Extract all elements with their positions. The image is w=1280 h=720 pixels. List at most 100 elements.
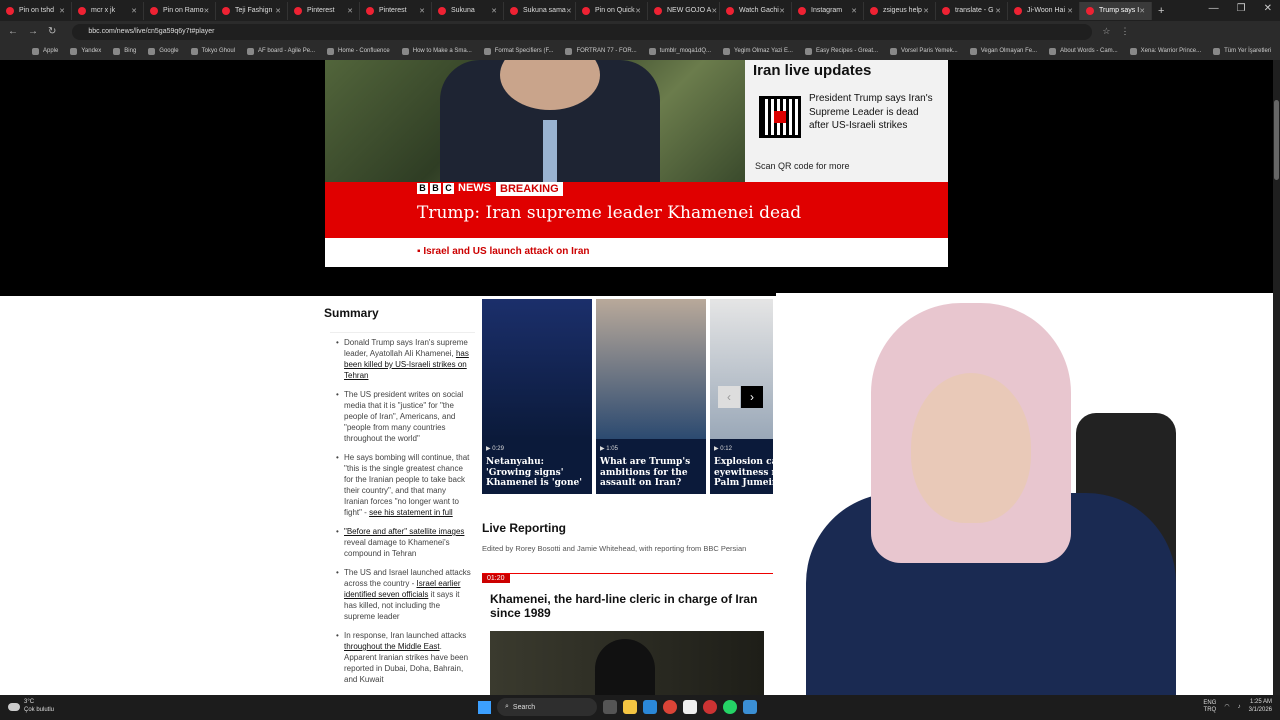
chevron-right-icon[interactable]: ›: [741, 386, 763, 408]
browser-tab[interactable]: translate - G ✕: [936, 1, 1008, 20]
bookmark-item[interactable]: About Words - Cam...: [1045, 47, 1122, 55]
bookmark-item[interactable]: Tokyo Ghoul: [187, 47, 239, 55]
chrome-icon[interactable]: [663, 700, 677, 714]
volume-icon[interactable]: ♪: [1238, 704, 1241, 710]
close-tab-icon[interactable]: ✕: [131, 7, 137, 15]
close-tab-icon[interactable]: ✕: [995, 7, 1001, 15]
weather-widget[interactable]: 3°C Çok bulutlu: [8, 699, 54, 714]
url-field[interactable]: bbc.com/news/live/cn5ga59q6y7t#player: [72, 23, 1093, 40]
scroll-thumb[interactable]: [1274, 100, 1279, 180]
bookmark-item[interactable]: Google: [144, 47, 182, 55]
bookmark-item[interactable]: Vegan Olmayan Fe...: [966, 47, 1041, 55]
video-card[interactable]: ▶ 0:29 Netanyahu: 'Growing signs' Khamen…: [482, 299, 592, 494]
window-controls: — ❐ ✕: [1209, 3, 1272, 14]
bookmarks-bar: Apple Yandex Bing Google Tokyo Ghoul AF board…: [0, 42, 1280, 60]
browser-tab[interactable]: Pin on Ramo ✕: [144, 1, 216, 20]
search-icon: ⌕: [505, 703, 509, 710]
browser-tab[interactable]: zsigeus help ✕: [864, 1, 936, 20]
browser-tab[interactable]: Sukuna ✕: [432, 1, 504, 20]
browser-tab[interactable]: Pinterest ✕: [360, 1, 432, 20]
browser-tab[interactable]: Instagram ✕: [792, 1, 864, 20]
tab-label: NEW GOJO A: [667, 7, 712, 14]
summary-text: Donald Trump says Iran's supreme leader,…: [344, 338, 468, 358]
bookmark-item[interactable]: FORTRAN 77 - FOR...: [561, 47, 640, 55]
browser-tab[interactable]: Watch Gachi ✕: [720, 1, 792, 20]
close-tab-icon[interactable]: ✕: [635, 7, 641, 15]
reload-icon[interactable]: ↻: [48, 26, 56, 37]
bookmark-item[interactable]: Easy Recipes - Great...: [801, 47, 882, 55]
page-scrollbar[interactable]: [1273, 60, 1280, 695]
browser-tab[interactable]: Pinterest ✕: [288, 1, 360, 20]
taskbar-apps: ⌕ Search: [478, 698, 757, 716]
browser-tab[interactable]: Pin on Quick ✕: [576, 1, 648, 20]
bookmark-star-icon[interactable]: ☆: [1102, 26, 1110, 37]
extensions-icon[interactable]: ⋮: [1120, 26, 1129, 37]
bookmark-item[interactable]: Bing: [109, 47, 140, 55]
new-tab-icon[interactable]: +: [1152, 5, 1170, 17]
bookmark-label: Google: [159, 48, 179, 54]
browser-tab[interactable]: mcr x jk ✕: [72, 1, 144, 20]
chevron-left-icon[interactable]: ‹: [718, 386, 740, 408]
browser-tab[interactable]: Ji-Woon Hai ✕: [1008, 1, 1080, 20]
forward-icon[interactable]: →: [28, 26, 38, 37]
bookmark-item[interactable]: Home - Confluence: [323, 47, 394, 55]
language-indicator[interactable]: ENG TRQ: [1203, 700, 1216, 714]
close-tab-icon[interactable]: ✕: [203, 7, 209, 15]
tab-label: Pin on tshd: [19, 7, 55, 14]
close-tab-icon[interactable]: ✕: [779, 7, 785, 15]
app-icon[interactable]: [703, 700, 717, 714]
bookmark-item[interactable]: Apple: [28, 47, 62, 55]
close-tab-icon[interactable]: ✕: [491, 7, 497, 15]
tab-label: translate - G: [955, 7, 994, 14]
minimize-icon[interactable]: —: [1209, 3, 1219, 14]
app-icon[interactable]: [743, 700, 757, 714]
summary-link[interactable]: see his statement in full: [369, 508, 453, 517]
instagram-icon: [798, 6, 806, 15]
tab-bar: Pin on tshd ✕ mcr x jk ✕ Pin on Ramo ✕ Teji Fa…: [0, 0, 1280, 21]
back-icon[interactable]: ←: [8, 26, 18, 37]
bookmark-item[interactable]: Yegim Olmaz Yazi E...: [719, 47, 797, 55]
bookmark-item[interactable]: Tüm Yer İşaretleri: [1209, 47, 1275, 55]
browser-tab[interactable]: NEW GOJO A ✕: [648, 1, 720, 20]
wifi-icon[interactable]: ◠: [1224, 703, 1229, 710]
browser-tab[interactable]: Trump says I ✕: [1080, 1, 1152, 20]
close-tab-icon[interactable]: ✕: [711, 7, 717, 15]
close-tab-icon[interactable]: ✕: [419, 7, 425, 15]
file-explorer-icon[interactable]: [623, 700, 637, 714]
summary-link[interactable]: "Before and after" satellite images: [344, 527, 464, 536]
close-tab-icon[interactable]: ✕: [275, 7, 281, 15]
post-title[interactable]: Khamenei, the hard-line cleric in charge…: [490, 592, 760, 620]
bookmark-label: Yegim Olmaz Yazi E...: [734, 48, 793, 54]
close-tab-icon[interactable]: ✕: [59, 7, 65, 15]
bookmark-item[interactable]: AF board - Agile Pe...: [243, 47, 319, 55]
bookmark-item[interactable]: Xena: Warrior Prince...: [1126, 47, 1205, 55]
bookmark-label: Bing: [124, 48, 137, 54]
store-icon[interactable]: [643, 700, 657, 714]
taskbar-search[interactable]: ⌕ Search: [497, 698, 597, 716]
close-tab-icon[interactable]: ✕: [566, 7, 572, 15]
notepad-icon[interactable]: [683, 700, 697, 714]
close-tab-icon[interactable]: ✕: [347, 7, 353, 15]
bookmark-item[interactable]: How to Make a Sma...: [398, 47, 476, 55]
task-view-icon[interactable]: [603, 700, 617, 714]
bookmark-item[interactable]: tumblr_moqa1dQ...: [645, 47, 715, 55]
bookmark-item[interactable]: Vorsel Paris Yemek...: [886, 47, 962, 55]
video-card[interactable]: ▶ 1:05 What are Trump's ambitions for th…: [596, 299, 706, 494]
summary-link[interactable]: throughout the Middle East: [344, 642, 440, 651]
bookmark-item[interactable]: Yandex: [66, 47, 105, 55]
whatsapp-icon[interactable]: [723, 700, 737, 714]
close-tab-icon[interactable]: ✕: [851, 7, 857, 15]
clock[interactable]: 1:25 AM 3/1/2026: [1249, 699, 1272, 714]
browser-tab[interactable]: Sukuna sama ✕: [504, 1, 576, 20]
close-tab-icon[interactable]: ✕: [1139, 7, 1145, 15]
windows-start-icon[interactable]: [478, 700, 491, 714]
maximize-icon[interactable]: ❐: [1237, 3, 1246, 14]
close-icon[interactable]: ✕: [1264, 3, 1272, 14]
browser-tab[interactable]: Teji Fashign ✕: [216, 1, 288, 20]
browser-tab[interactable]: Pin on tshd ✕: [0, 1, 72, 20]
close-tab-icon[interactable]: ✕: [1067, 7, 1073, 15]
carousel-arrows: ‹ ›: [718, 386, 763, 408]
close-tab-icon[interactable]: ✕: [923, 7, 929, 15]
video-player[interactable]: Iran live updates President Trump says I…: [325, 60, 948, 267]
bookmark-item[interactable]: Format Specifiers (F...: [480, 47, 558, 55]
